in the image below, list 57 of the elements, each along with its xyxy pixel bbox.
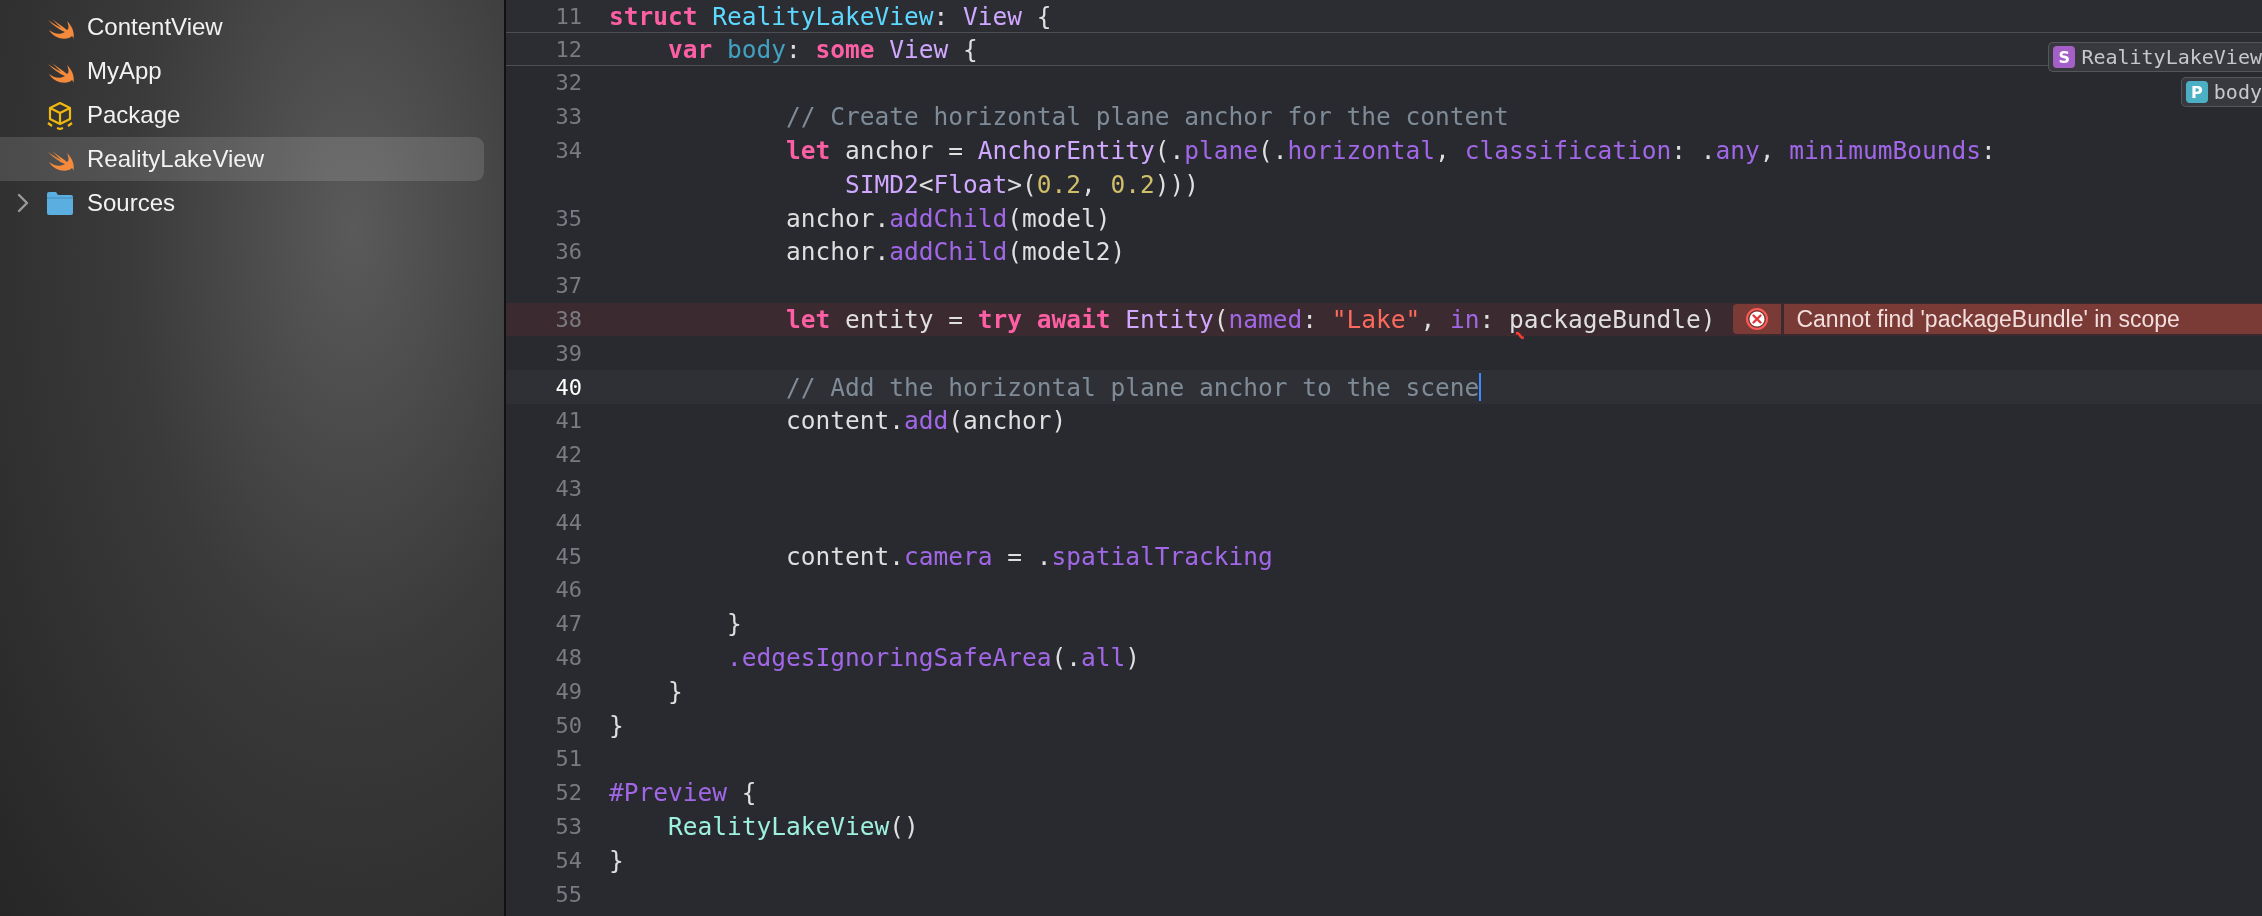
error-icon	[1745, 307, 1770, 332]
line-number: 38	[554, 306, 583, 332]
file-list-item[interactable]: Sources	[0, 181, 484, 225]
line-number: 51	[554, 746, 583, 772]
line-number: 54	[554, 847, 583, 873]
line-number: 46	[554, 577, 583, 603]
line-number: 12	[554, 36, 583, 62]
file-list-item[interactable]: Package	[0, 93, 484, 137]
code-line: let anchor = AnchorEntity(.plane(.horizontal, classification: .any, minimumBounds:	[785, 136, 1996, 165]
code-line: }	[609, 845, 624, 875]
line-number: 40	[554, 374, 583, 400]
line-number: 47	[554, 611, 583, 637]
code-line: content.add(anchor)	[785, 406, 1067, 436]
line-number: 37	[554, 273, 583, 299]
line-number: 45	[554, 543, 583, 569]
breadcrumb-item[interactable]: S RealityLakeView	[2048, 42, 2262, 72]
code-line: #Preview {	[609, 778, 757, 808]
code-line: .edgesIgnoringSafeArea(.all)	[726, 642, 1141, 672]
package-cube-icon	[45, 100, 75, 130]
line-number: 43	[554, 475, 583, 501]
code-line: var body: some View {	[667, 34, 978, 64]
code-line: RealityLakeView()	[667, 811, 919, 841]
line-number: 11	[554, 3, 583, 29]
code-line: // Create horizontal plane anchor for the content	[785, 102, 1509, 132]
line-number: 49	[554, 678, 583, 704]
line-number: 39	[554, 340, 583, 366]
line-number: 35	[554, 205, 583, 231]
line-number: 48	[554, 644, 583, 670]
line-number: 32	[554, 70, 583, 96]
code-line: }	[609, 710, 624, 740]
file-list-item[interactable]: MyApp	[0, 49, 484, 93]
code-line: }	[726, 609, 742, 639]
line-number: 34	[554, 138, 583, 163]
code-line: }	[667, 676, 683, 706]
code-line: anchor.addChild(model2)	[785, 237, 1126, 267]
code-line: // Add the horizontal plane anchor to the scene	[785, 372, 1480, 402]
line-number: 42	[554, 442, 583, 468]
file-list-item[interactable]: RealityLakeView	[0, 137, 484, 181]
code-line: anchor.addChild(model)	[785, 203, 1111, 233]
error-message: Cannot find 'packageBundle' in scope	[1784, 304, 2262, 335]
line-number: 55	[554, 881, 583, 907]
line-number: 50	[554, 712, 583, 738]
code-line: content.camera = .spatialTracking	[785, 541, 1273, 571]
line-number: 44	[554, 509, 583, 535]
code-line: SIMD2<Float>(0.2, 0.2)))	[844, 169, 1200, 199]
line-number: 53	[554, 813, 583, 839]
disclosure-chevron-icon[interactable]	[16, 193, 29, 213]
symbol-kind-badge: P	[2185, 81, 2208, 103]
breadcrumb-item[interactable]: P body	[2180, 77, 2262, 107]
line-number: 33	[554, 104, 583, 130]
line-number: 41	[554, 408, 583, 434]
line-number: 36	[554, 239, 583, 265]
file-list-item[interactable]: ContentView	[0, 5, 484, 49]
line-number: 52	[554, 780, 583, 806]
code-line: struct RealityLakeView: View {	[609, 1, 1052, 31]
code-line: let entity = try await Entity(named: "Lake", in: packageBundle)	[785, 304, 1716, 334]
symbol-kind-badge: S	[2053, 46, 2076, 68]
